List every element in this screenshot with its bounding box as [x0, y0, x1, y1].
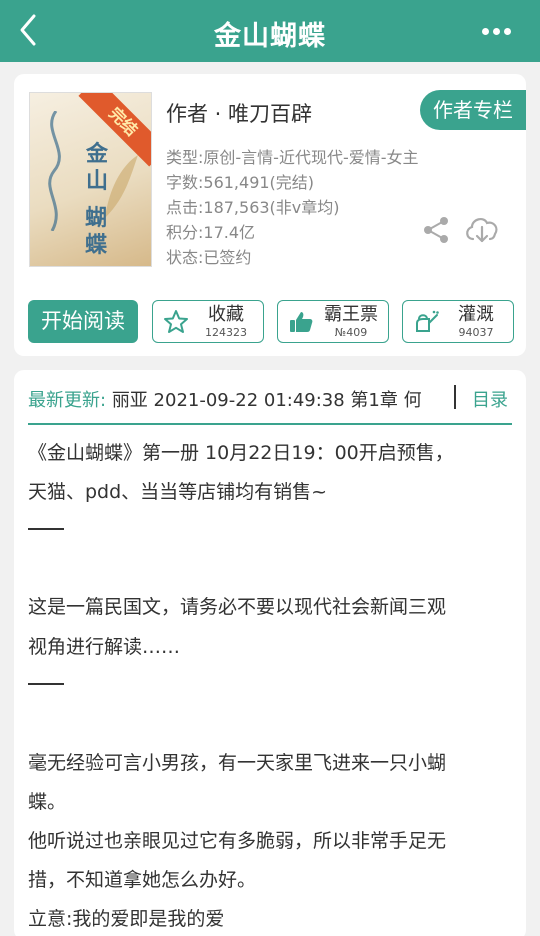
author-name[interactable]: 作者 · 唯刀百辟 [166, 98, 312, 128]
intro-line: 这是一篇民国文，请务必不要以现代社会新闻三观 [28, 596, 447, 618]
intro-line: 蝶。 [28, 791, 67, 813]
cover-title-2: 蝴蝶 [85, 205, 108, 258]
cover-title: 金山 [86, 141, 109, 194]
latest-update-value: 丽亚 2021-09-22 01:49:38 第1章 何 [111, 390, 422, 411]
ticket-count: №409 [334, 326, 368, 339]
page-title: 金山蝴蝶 [214, 21, 326, 52]
score: 积分:17.4亿 [166, 223, 256, 242]
ticket-label: 霸王票 [324, 304, 378, 325]
start-reading-button[interactable]: 开始阅读 [28, 300, 138, 343]
sign-status: 状态:已签约 [166, 248, 252, 267]
water-count: 94037 [458, 326, 494, 339]
collect-label: 收藏 [208, 304, 244, 325]
intro-line: 措，不知道拿她怎么办好。 [28, 869, 257, 891]
top-bar: 金山蝴蝶 [0, 0, 540, 62]
book-cover[interactable]: 金山 蝴蝶 完结 [29, 92, 152, 267]
watering-can-icon [416, 310, 439, 332]
intro-line: 立意:我的爱即是我的爱 [28, 908, 225, 930]
collect-count: 124323 [205, 326, 247, 339]
water-label: 灌溉 [458, 304, 494, 325]
intro-dash [28, 683, 64, 685]
cover-decoration [48, 111, 61, 231]
star-icon [164, 310, 188, 333]
click-count: 点击:187,563(非v章均) [166, 198, 340, 217]
update-underline [28, 423, 512, 425]
download-icon[interactable] [464, 214, 500, 244]
toc-link[interactable]: 目录 [472, 386, 508, 412]
intro-line: 他听说过也亲眼见过它有多脆弱，所以非常手足无 [28, 830, 447, 852]
latest-update[interactable]: 最新更新: 丽亚 2021-09-22 01:49:38 第1章 何 [28, 386, 452, 412]
intro-line: 《金山蝴蝶》第一册 10月22日19：00开启预售， [28, 442, 454, 464]
intro-line: 毫无经验可言小男孩，有一天家里飞进来一只小蝴 [28, 752, 447, 774]
intro-line: 天猫、pdd、当当等店铺均有销售~ [28, 481, 328, 503]
more-icon[interactable] [482, 22, 518, 40]
divider [454, 385, 456, 409]
ticket-button[interactable]: 霸王票 №409 [277, 300, 389, 343]
thumbs-up-icon [290, 312, 313, 332]
water-button[interactable]: 灌溉 94037 [402, 300, 514, 343]
collect-button[interactable]: 收藏 124323 [152, 300, 264, 343]
intro-line: 视角进行解读…… [28, 636, 181, 658]
word-count: 字数:561,491(完结) [166, 173, 315, 192]
author-column-button[interactable]: 作者专栏 [420, 90, 526, 130]
book-type: 类型:原创-言情-近代现代-爱情-女主 [166, 148, 419, 167]
share-icon[interactable] [422, 216, 450, 244]
intro-dash [28, 528, 64, 530]
book-info-card: 金山 蝴蝶 完结 作者 · 唯刀百辟 作者专栏 类型:原创-言情-近代现代-爱情… [14, 74, 526, 356]
latest-update-label: 最新更新: [28, 390, 107, 411]
book-intro-card: 最新更新: 丽亚 2021-09-22 01:49:38 第1章 何 目录 《金… [14, 370, 526, 936]
